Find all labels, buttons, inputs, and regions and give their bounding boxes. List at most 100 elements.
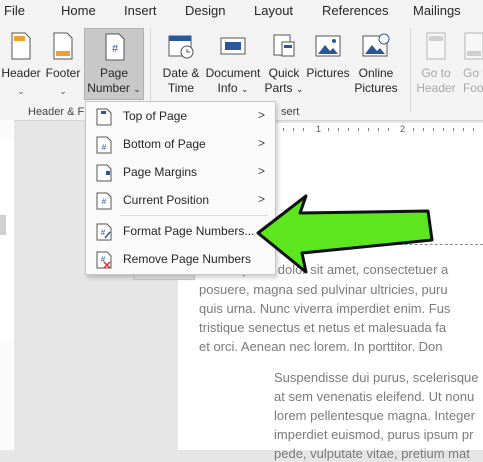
format-page-numbers-icon: # — [96, 223, 112, 241]
menu-item-label: Bottom of Page — [123, 137, 206, 151]
document-text-line: pede, vulputate vitae, pretium mat — [274, 446, 470, 461]
tab-file[interactable]: File — [4, 3, 25, 18]
online-pictures-label-1: Online — [358, 66, 394, 80]
chevron-right-icon: > — [257, 164, 265, 178]
footer-button[interactable]: Footer ⌄ — [42, 28, 84, 104]
document-info-label-2: Info ⌄ — [204, 81, 262, 97]
chevron-down-icon: ⌄ — [59, 86, 67, 96]
footer-icon — [53, 32, 73, 60]
document-text-line: tristique senectus et netus et malesuada… — [199, 320, 447, 335]
page-margins-icon — [96, 164, 112, 182]
ruler-tick — [453, 128, 454, 131]
group-separator — [410, 28, 411, 112]
picture-icon — [315, 35, 341, 57]
ruler-tick — [463, 128, 464, 131]
tab-mailings[interactable]: Mailings — [413, 3, 461, 18]
menu-item-label: Page Margins — [123, 165, 198, 179]
menu-item-remove-page-numbers[interactable]: # Remove Page Numbers — [86, 247, 275, 273]
calendar-clock-icon — [168, 35, 194, 59]
ruler-tick — [283, 128, 284, 131]
chevron-right-icon: > — [257, 192, 265, 206]
group-label-header-footer: Header & F — [28, 106, 85, 118]
ruler-tick — [303, 128, 304, 131]
document-text-line: posuere, magna sed pulvinar ultricies, p… — [199, 282, 448, 297]
vertical-ruler-active-area — [0, 140, 14, 340]
ruler-tick — [328, 128, 329, 131]
document-info-button[interactable]: Document Info ⌄ — [204, 28, 262, 104]
document-text-line: quis urna. Nunc viverra imperdiet enim. … — [199, 301, 451, 316]
page-number-label-text: Number — [87, 81, 130, 95]
ruler-tick — [293, 128, 294, 131]
vertical-ruler-marker — [0, 215, 6, 235]
svg-text:#: # — [112, 43, 119, 55]
go-to-footer-label-1: Go to — [463, 66, 483, 80]
document-text-line: Suspendisse dui purus, scelerisque — [274, 370, 479, 385]
tab-design[interactable]: Design — [185, 3, 225, 18]
chevron-right-icon: > — [257, 108, 265, 122]
menu-item-top-of-page[interactable]: Top of Page > — [86, 104, 275, 130]
ruler-tick — [433, 128, 434, 131]
svg-text:#: # — [102, 197, 107, 206]
menu-item-label: Current Position — [123, 193, 210, 207]
ruler-tick — [348, 128, 349, 131]
page-number-dropdown-menu: Top of Page > # Bottom of Page > Page Ma… — [85, 101, 276, 275]
quick-parts-label-1: Quick — [268, 66, 300, 80]
group-label-insert: sert — [281, 106, 300, 118]
svg-text:#: # — [101, 228, 106, 237]
online-pictures-label-2: Pictures — [354, 81, 398, 95]
tab-home[interactable]: Home — [61, 3, 96, 18]
tab-layout[interactable]: Layout — [254, 3, 293, 18]
chevron-down-icon: ⌄ — [133, 84, 141, 94]
ruler-tick — [338, 128, 339, 131]
top-of-page-icon — [96, 108, 112, 126]
go-to-header-icon — [426, 32, 446, 60]
ruler-tick — [413, 128, 414, 131]
horizontal-ruler[interactable]: 1 2 — [268, 123, 483, 137]
menu-item-format-page-numbers[interactable]: # Format Page Numbers... — [86, 219, 275, 245]
chevron-down-icon: ⌄ — [240, 84, 249, 94]
ruler-tick — [423, 128, 424, 131]
menu-item-bottom-of-page[interactable]: # Bottom of Page > — [86, 132, 275, 158]
document-info-icon — [220, 37, 246, 55]
date-time-button[interactable]: Date & Time — [158, 28, 204, 104]
ribbon-tab-bar: File Home Insert Design Layout Reference… — [0, 0, 483, 22]
go-to-header-label-1: Go to — [421, 66, 451, 80]
menu-item-page-margins[interactable]: Page Margins > — [86, 160, 275, 186]
ruler-number: 2 — [400, 124, 406, 134]
date-time-label-2: Time — [167, 81, 195, 95]
bottom-of-page-icon: # — [96, 136, 112, 154]
online-picture-icon — [362, 33, 390, 57]
pictures-label: Pictures — [306, 66, 350, 80]
page-number-label-2: Number ⌄ — [85, 81, 143, 95]
go-to-header-button[interactable]: Go to Header — [414, 28, 458, 104]
page-number-button[interactable]: # Page Number ⌄ — [84, 28, 144, 100]
document-info-label-1: Document — [205, 66, 261, 80]
tab-insert[interactable]: Insert — [124, 3, 157, 18]
chevron-down-icon: ⌄ — [17, 86, 25, 96]
menu-item-current-position[interactable]: # Current Position > — [86, 188, 275, 214]
document-text-line: et orci. Aenean nec lorem. In porttitor.… — [199, 339, 443, 354]
ruler-tick — [473, 128, 474, 131]
page-number-icon: # — [105, 33, 125, 61]
header-icon — [11, 32, 31, 60]
go-to-footer-label-2: Footer — [463, 81, 483, 95]
vertical-ruler[interactable] — [0, 120, 14, 450]
menu-item-label: Remove Page Numbers — [123, 252, 252, 266]
pictures-button[interactable]: Pictures — [306, 28, 350, 104]
chevron-down-icon: ⌄ — [295, 84, 304, 94]
go-to-footer-button[interactable]: Go to Footer — [458, 28, 483, 104]
ruler-tick — [388, 128, 389, 131]
svg-text:#: # — [102, 143, 107, 152]
document-text-line: at sem venenatis eleifend. Ut nonu — [274, 389, 475, 404]
ruler-tick — [358, 128, 359, 131]
quick-parts-button[interactable]: Quick Parts ⌄ — [262, 28, 306, 104]
ruler-number: 1 — [316, 124, 322, 134]
ruler-tick — [378, 128, 379, 131]
quick-parts-label-2: Parts ⌄ — [262, 81, 306, 97]
online-pictures-button[interactable]: Online Pictures — [350, 28, 402, 104]
header-button[interactable]: Header ⌄ — [0, 28, 42, 104]
document-text-line: imperdiet euismod, purus ipsum pr — [274, 427, 474, 442]
tab-references[interactable]: References — [322, 3, 388, 18]
ruler-tick — [443, 128, 444, 131]
go-to-header-label-2: Header — [416, 81, 456, 95]
